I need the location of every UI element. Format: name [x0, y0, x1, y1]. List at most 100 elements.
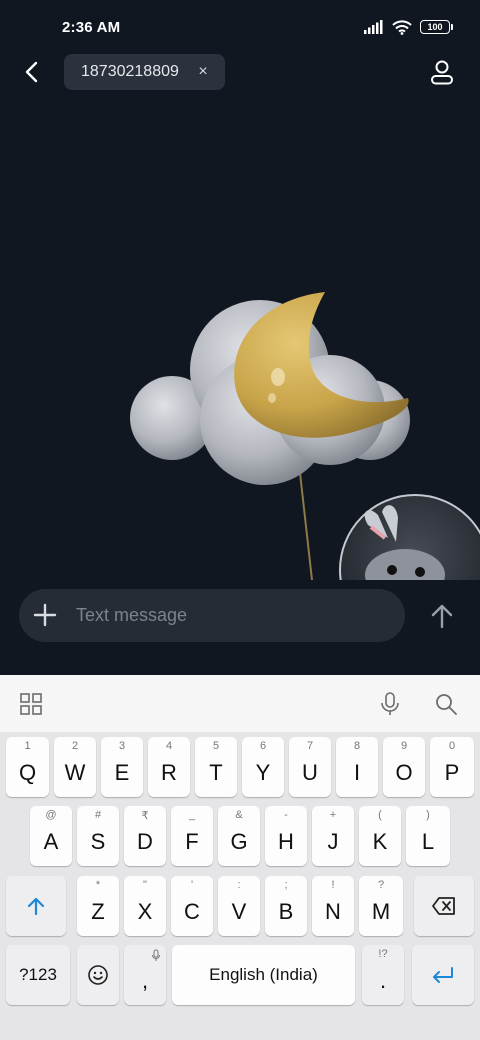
- key-r[interactable]: 4R: [148, 737, 190, 797]
- key-hint: :: [237, 879, 241, 891]
- key-label: U: [302, 760, 318, 785]
- key-label: O: [395, 760, 413, 785]
- key-l[interactable]: ) L: [406, 806, 450, 866]
- key-label: X: [137, 899, 153, 924]
- enter-key[interactable]: [412, 945, 474, 1005]
- key-f[interactable]: _ F: [171, 806, 213, 866]
- key-w[interactable]: 2W: [54, 737, 96, 797]
- key-hint: 3: [118, 740, 126, 752]
- status-time: 2:36 AM: [62, 19, 121, 36]
- key-hint: ): [426, 809, 430, 821]
- key-v[interactable]: :V: [218, 876, 260, 936]
- sticker-image[interactable]: [120, 280, 480, 580]
- key-hint: (: [378, 809, 382, 821]
- key-label: S: [90, 829, 106, 854]
- key-hint: !: [331, 879, 335, 891]
- key-e[interactable]: 3E: [101, 737, 143, 797]
- key-hint: _: [188, 809, 196, 821]
- microphone-icon: [381, 692, 399, 715]
- key-hint: ": [143, 879, 147, 891]
- key-hint: ?: [377, 879, 385, 891]
- contact-button[interactable]: [428, 58, 456, 86]
- apps-grid-button[interactable]: [18, 691, 44, 717]
- backspace-key[interactable]: [414, 876, 474, 936]
- key-hint: ;: [284, 879, 288, 891]
- key-label: N: [325, 899, 341, 924]
- back-button[interactable]: [18, 58, 46, 86]
- key-q[interactable]: 1Q: [6, 737, 49, 797]
- key-u[interactable]: 7U: [289, 737, 331, 797]
- key-s[interactable]: # S: [77, 806, 119, 866]
- key-a[interactable]: @ A: [30, 806, 72, 866]
- key-hint: 8: [353, 740, 361, 752]
- remove-recipient-icon[interactable]: ×: [195, 63, 211, 81]
- key-label: V: [231, 899, 247, 924]
- arrow-up-icon: [431, 604, 453, 629]
- key-t[interactable]: 5T: [195, 737, 237, 797]
- key-x[interactable]: " X: [124, 876, 166, 936]
- key-c[interactable]: ' C: [171, 876, 213, 936]
- conversation-header: 18730218809 ×: [0, 52, 480, 92]
- recipient-chip[interactable]: 18730218809 ×: [64, 54, 225, 90]
- shift-key[interactable]: [6, 876, 66, 936]
- attach-button[interactable]: [31, 601, 59, 629]
- comma-key[interactable]: ,: [124, 945, 166, 1005]
- voice-input-button[interactable]: [377, 691, 403, 717]
- key-m[interactable]: ? M: [359, 876, 403, 936]
- key-label: J: [327, 829, 339, 854]
- key-j[interactable]: + J: [312, 806, 354, 866]
- shift-arrow-icon: [27, 897, 45, 916]
- key-label: A: [43, 829, 59, 854]
- key-hint: 0: [448, 740, 456, 752]
- key-hint: 5: [212, 740, 220, 752]
- key-label: Q: [18, 760, 37, 785]
- status-bar: 2:36 AM 100: [0, 0, 480, 52]
- period-key[interactable]: !?.: [362, 945, 404, 1005]
- send-button[interactable]: [428, 601, 456, 631]
- recipient-number: 18730218809: [81, 63, 179, 80]
- battery-level: 100: [427, 22, 443, 32]
- key-i[interactable]: 8I: [336, 737, 378, 797]
- key-g[interactable]: & G: [218, 806, 260, 866]
- key-hint: 9: [400, 740, 408, 752]
- key-hint: ₹: [141, 810, 149, 822]
- key-label: T: [209, 760, 223, 785]
- key-d[interactable]: ₹ D: [124, 806, 166, 866]
- key-label: W: [64, 760, 86, 785]
- signal-icon: [364, 20, 383, 34]
- wifi-icon: [392, 19, 412, 35]
- status-icons: 100: [364, 19, 453, 35]
- message-input[interactable]: [76, 589, 386, 642]
- space-key[interactable]: English (India): [172, 945, 355, 1005]
- key-hint: #: [94, 809, 102, 821]
- key-hint: 6: [259, 740, 267, 752]
- key-hint: @: [45, 809, 57, 821]
- mic-hint-icon: [152, 949, 160, 961]
- key-o[interactable]: 9O: [383, 737, 425, 797]
- battery-icon: 100: [420, 20, 453, 34]
- keyboard-search-button[interactable]: [433, 691, 459, 717]
- key-p[interactable]: 0P: [430, 737, 474, 797]
- keyboard-toolbar: [0, 675, 480, 732]
- key-label: English (India): [209, 965, 318, 984]
- key-label: P: [444, 760, 460, 785]
- compose-bar: [19, 589, 405, 642]
- key-hint: 4: [165, 740, 173, 752]
- key-label: B: [278, 899, 294, 924]
- key-hint: 2: [71, 740, 79, 752]
- key-label: C: [184, 899, 200, 924]
- key-h[interactable]: -H: [265, 806, 307, 866]
- key-k[interactable]: (K: [359, 806, 401, 866]
- key-hint: 7: [306, 740, 314, 752]
- key-z[interactable]: * Z: [77, 876, 119, 936]
- key-y[interactable]: 6Y: [242, 737, 284, 797]
- key-label: E: [114, 760, 130, 785]
- key-hint: ': [190, 879, 194, 891]
- key-hint: -: [284, 809, 288, 821]
- symbols-key[interactable]: ?123: [6, 945, 70, 1005]
- search-icon: [436, 694, 457, 715]
- key-n[interactable]: ! N: [312, 876, 354, 936]
- key-label: L: [421, 829, 435, 854]
- key-b[interactable]: ; B: [265, 876, 307, 936]
- emoji-key[interactable]: [77, 945, 119, 1005]
